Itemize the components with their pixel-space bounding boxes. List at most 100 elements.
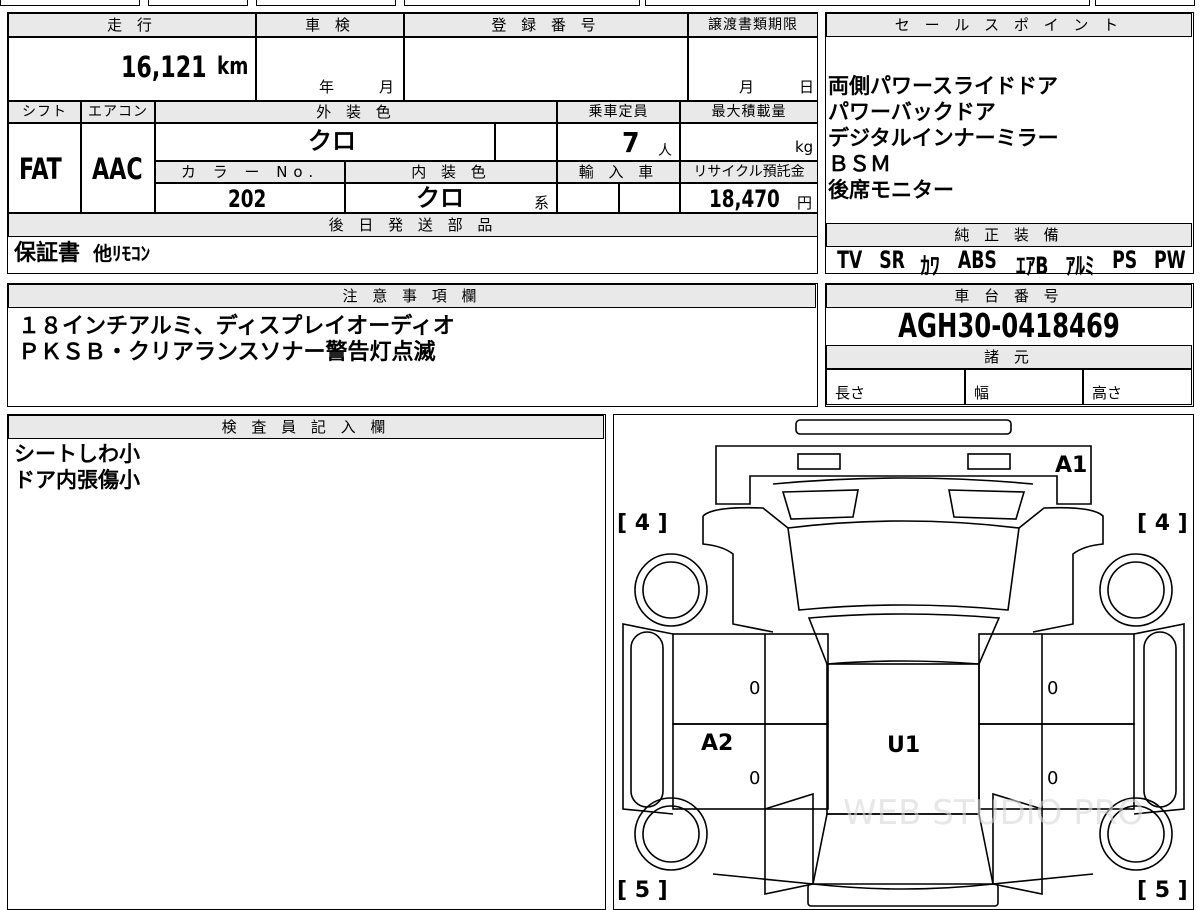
tire-front-left-label: [ 4 ] — [617, 511, 668, 536]
windshield — [786, 519, 1020, 611]
sales-points-label: セ ー ル ス ポ イ ン ト — [826, 13, 1192, 37]
notes-line: ＰＫＳＢ・クリアランスソナー警告灯点滅 — [18, 340, 436, 365]
inspection-month: 月 — [379, 78, 395, 96]
ac-cell: AAC — [81, 123, 155, 213]
spec-length-cell: 長さ — [826, 369, 965, 405]
registration-cell — [404, 37, 688, 101]
front-light-left — [796, 452, 841, 470]
transfer-day: 日 — [799, 78, 815, 96]
grille-right — [947, 488, 1025, 520]
transfer-cell: 月 日 — [688, 37, 818, 101]
chassis-label: 車 台 番 号 — [826, 284, 1192, 308]
sales-point-item: 後席モニター — [828, 178, 954, 202]
sales-points-box: セ ー ル ス ポ イ ン ト 両側パワースライドドア パワーバックドア デジタ… — [825, 12, 1194, 280]
equipment-item: ｶﾜ — [920, 252, 940, 280]
inspector-label: 検 査 員 記 入 欄 — [8, 415, 604, 439]
notes-line: １８インチアルミ、ディスプレイオーディオ — [18, 314, 455, 339]
sales-point-item: ＢＳＭ — [828, 152, 891, 176]
later-parts-value2: 他ﾘﾓｺﾝ — [93, 243, 151, 265]
capacity-label: 乗車定員 — [557, 101, 680, 123]
ac-label: エアコン — [81, 101, 155, 123]
front-light-right — [966, 452, 1011, 470]
inspection-label: 車 検 — [256, 13, 404, 37]
damage-mark-front: A1 — [1055, 453, 1087, 478]
capacity-unit: 人 — [658, 143, 672, 159]
interior-value: クロ — [416, 184, 464, 212]
maxload-unit: kg — [795, 138, 814, 156]
sales-point-item: デジタルインナーミラー — [828, 126, 1059, 150]
mileage-label: 走 行 — [8, 13, 256, 37]
equipment-item: ｱﾙﾐ — [1065, 252, 1095, 280]
capacity-value: 7 — [622, 126, 640, 159]
registration-label: 登 録 番 号 — [404, 13, 688, 37]
exterior-extra-cell — [495, 123, 557, 161]
recycle-cell: 18,470 円 — [680, 183, 818, 213]
exterior-cell: クロ — [155, 123, 495, 161]
door-count-left-front: 0 — [749, 678, 760, 699]
roof-front — [807, 612, 1000, 665]
recycle-unit: 円 — [797, 194, 813, 212]
inspector-line: シートしわ小 — [14, 442, 140, 466]
recycle-label: リサイクル預託金 — [680, 161, 818, 183]
equipment-item: SR — [878, 246, 905, 274]
door-count-right-front: 0 — [1047, 678, 1058, 699]
maxload-label: 最大積載量 — [680, 101, 818, 123]
chassis-box: 車 台 番 号 AGH30-0418469 諸 元 長さ 幅 高さ — [825, 283, 1194, 407]
front-bumper — [794, 418, 1012, 435]
inspector-line: ドア内張傷小 — [14, 468, 140, 492]
spec-width-label: 幅 — [974, 384, 990, 402]
chassis-number: AGH30-0418469 — [898, 306, 1120, 345]
recycle-value: 18,470 — [709, 185, 780, 213]
standard-equipment-list: TV SR ｶﾜ ABS ｴｱB ｱﾙﾐ PS PW — [834, 246, 1190, 281]
shift-label: シフト — [8, 101, 81, 123]
colorno-label: カ ラ ー No. — [155, 161, 345, 183]
tire-front-right-label: [ 4 ] — [1137, 511, 1188, 536]
ac-value: AAC — [92, 152, 143, 186]
tire-rear-left-label: [ 5 ] — [617, 878, 668, 903]
import-label: 輸 入 車 — [557, 161, 680, 183]
exterior-value: クロ — [308, 127, 356, 155]
equipment-item: PS — [1111, 246, 1137, 274]
interior-cell: クロ 系 — [345, 183, 557, 213]
front-panel — [714, 444, 1092, 505]
equipment-item: ABS — [957, 246, 997, 274]
sales-point-item: パワーバックドア — [828, 100, 996, 124]
later-parts-value: 保証書 — [14, 241, 81, 266]
standard-equipment-label: 純 正 装 備 — [826, 223, 1192, 247]
capacity-cell: 7 人 — [557, 123, 680, 161]
notes-label: 注 意 事 項 欄 — [8, 284, 816, 308]
equipment-item: ｴｱB — [1015, 252, 1048, 280]
vehicle-info-table: 走 行 車 検 登 録 番 号 譲渡書類期限 16,121 km 年 月 月 日… — [7, 12, 818, 274]
import-cell-b — [619, 183, 680, 213]
grille-left — [781, 488, 859, 520]
watermark: WEB STUDIO PRO — [843, 793, 1144, 833]
vehicle-diagram-box: [ 4 ] [ 4 ] [ 5 ] [ 5 ] A1 A2 U1 0 0 0 0… — [613, 414, 1194, 910]
colorno-cell: 202 — [155, 183, 345, 213]
transfer-label: 譲渡書類期限 — [688, 13, 818, 37]
import-cell-a — [557, 183, 619, 213]
tire-rear-right-label: [ 5 ] — [1137, 878, 1188, 903]
spec-width-cell: 幅 — [965, 369, 1083, 405]
notes-box: 注 意 事 項 欄 １８インチアルミ、ディスプレイオーディオ ＰＫＳＢ・クリアラ… — [7, 283, 818, 407]
inspector-box: 検 査 員 記 入 欄 シートしわ小 ドア内張傷小 — [7, 414, 606, 910]
mileage-value: 16,121 — [121, 50, 207, 84]
equipment-item: PW — [1154, 246, 1186, 274]
damage-mark-roof: U1 — [887, 733, 920, 758]
top-strip — [0, 0, 1200, 8]
mileage-cell: 16,121 km — [8, 37, 256, 101]
wheel-front-right — [1098, 552, 1173, 627]
mileage-unit: km — [217, 52, 249, 80]
equipment-item: TV — [837, 246, 863, 274]
notes-lines: １８インチアルミ、ディスプレイオーディオ ＰＫＳＢ・クリアランスソナー警告灯点滅 — [18, 314, 455, 366]
interior-suffix: 系 — [534, 194, 550, 212]
sales-points-list: 両側パワースライドドア パワーバックドア デジタルインナーミラー ＢＳＭ 後席モ… — [828, 73, 1188, 203]
specs-label: 諸 元 — [826, 345, 1192, 369]
transfer-month: 月 — [739, 78, 755, 96]
door-count-right-rear: 0 — [1047, 768, 1058, 789]
door-count-left-rear: 0 — [749, 768, 760, 789]
wheel-front-left — [633, 552, 708, 627]
shift-value: FAT — [19, 152, 62, 186]
sales-point-item: 両側パワースライドドア — [828, 74, 1058, 98]
damage-mark-side: A2 — [701, 731, 733, 756]
interior-label: 内 装 色 — [345, 161, 557, 183]
